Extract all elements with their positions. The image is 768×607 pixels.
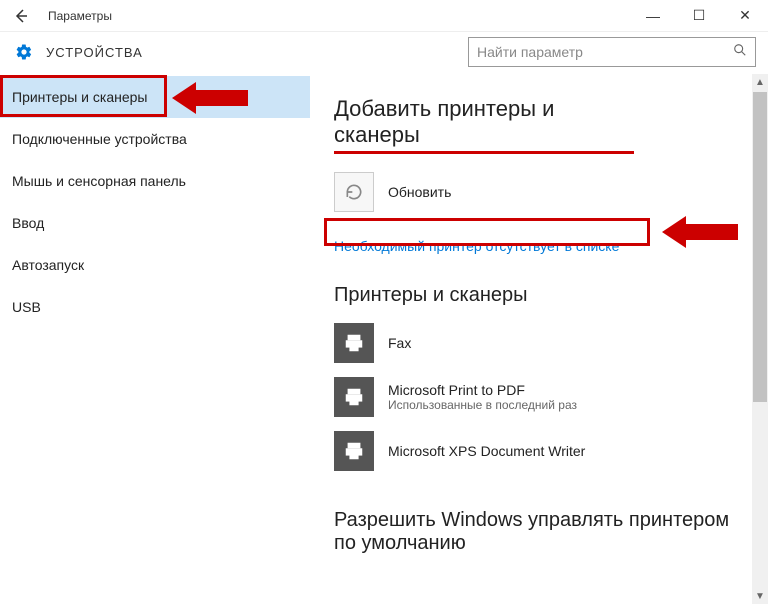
printer-item-fax[interactable]: Fax xyxy=(334,323,748,363)
back-button[interactable] xyxy=(0,0,42,32)
scroll-up-icon[interactable]: ▲ xyxy=(752,74,768,90)
printer-icon xyxy=(334,323,374,363)
printer-name: Microsoft Print to PDF xyxy=(388,382,577,398)
content: Принтеры и сканеры Подключенные устройст… xyxy=(0,72,768,607)
printers-heading: Принтеры и сканеры xyxy=(334,284,748,307)
sidebar-item-autoplay[interactable]: Автозапуск xyxy=(0,244,310,286)
scroll-down-icon[interactable]: ▼ xyxy=(752,588,768,604)
window-title: Параметры xyxy=(48,9,112,23)
gear-icon xyxy=(14,42,34,62)
sidebar-item-label: Мышь и сенсорная панель xyxy=(12,173,186,189)
sidebar-item-label: Автозапуск xyxy=(12,257,84,273)
scroll-thumb[interactable] xyxy=(753,92,767,402)
minimize-button[interactable]: — xyxy=(630,0,676,32)
annotation-box-2 xyxy=(324,218,650,246)
window-controls: — ☐ ✕ xyxy=(630,0,768,32)
add-printers-heading: Добавить принтеры и сканеры xyxy=(334,96,634,154)
printer-icon xyxy=(334,431,374,471)
sidebar-item-label: USB xyxy=(12,299,41,315)
maximize-button[interactable]: ☐ xyxy=(676,0,722,32)
printer-name: Microsoft XPS Document Writer xyxy=(388,443,585,459)
default-printer-heading: Разрешить Windows управлять принтером по… xyxy=(334,509,748,555)
sidebar-item-connected-devices[interactable]: Подключенные устройства xyxy=(0,118,310,160)
refresh-icon xyxy=(344,182,364,202)
page-header: УСТРОЙСТВА xyxy=(0,32,768,72)
close-button[interactable]: ✕ xyxy=(722,0,768,32)
arrow-left-icon xyxy=(13,8,29,24)
refresh-button[interactable] xyxy=(334,172,374,212)
sidebar: Принтеры и сканеры Подключенные устройст… xyxy=(0,72,310,607)
search-input[interactable] xyxy=(477,44,733,60)
sidebar-item-typing[interactable]: Ввод xyxy=(0,202,310,244)
sidebar-item-label: Подключенные устройства xyxy=(12,131,187,147)
printer-name: Fax xyxy=(388,335,411,351)
annotation-box-1 xyxy=(0,75,167,117)
printer-subtitle: Использованные в последний раз xyxy=(388,398,577,412)
printer-icon xyxy=(334,377,374,417)
page-title: УСТРОЙСТВА xyxy=(46,45,143,60)
titlebar: Параметры — ☐ ✕ xyxy=(0,0,768,32)
printer-item-xps[interactable]: Microsoft XPS Document Writer xyxy=(334,431,748,471)
sidebar-item-mouse[interactable]: Мышь и сенсорная панель xyxy=(0,160,310,202)
refresh-row: Обновить xyxy=(334,172,748,212)
search-box[interactable] xyxy=(468,37,756,67)
main-panel: Добавить принтеры и сканеры Обновить Нео… xyxy=(310,72,768,607)
refresh-label: Обновить xyxy=(388,184,451,200)
printer-item-pdf[interactable]: Microsoft Print to PDF Использованные в … xyxy=(334,377,748,417)
search-icon xyxy=(733,43,747,61)
sidebar-item-usb[interactable]: USB xyxy=(0,286,310,328)
printer-list: Fax Microsoft Print to PDF Использованны… xyxy=(334,323,748,471)
scrollbar[interactable]: ▲ ▼ xyxy=(752,74,768,604)
sidebar-item-label: Ввод xyxy=(12,215,44,231)
